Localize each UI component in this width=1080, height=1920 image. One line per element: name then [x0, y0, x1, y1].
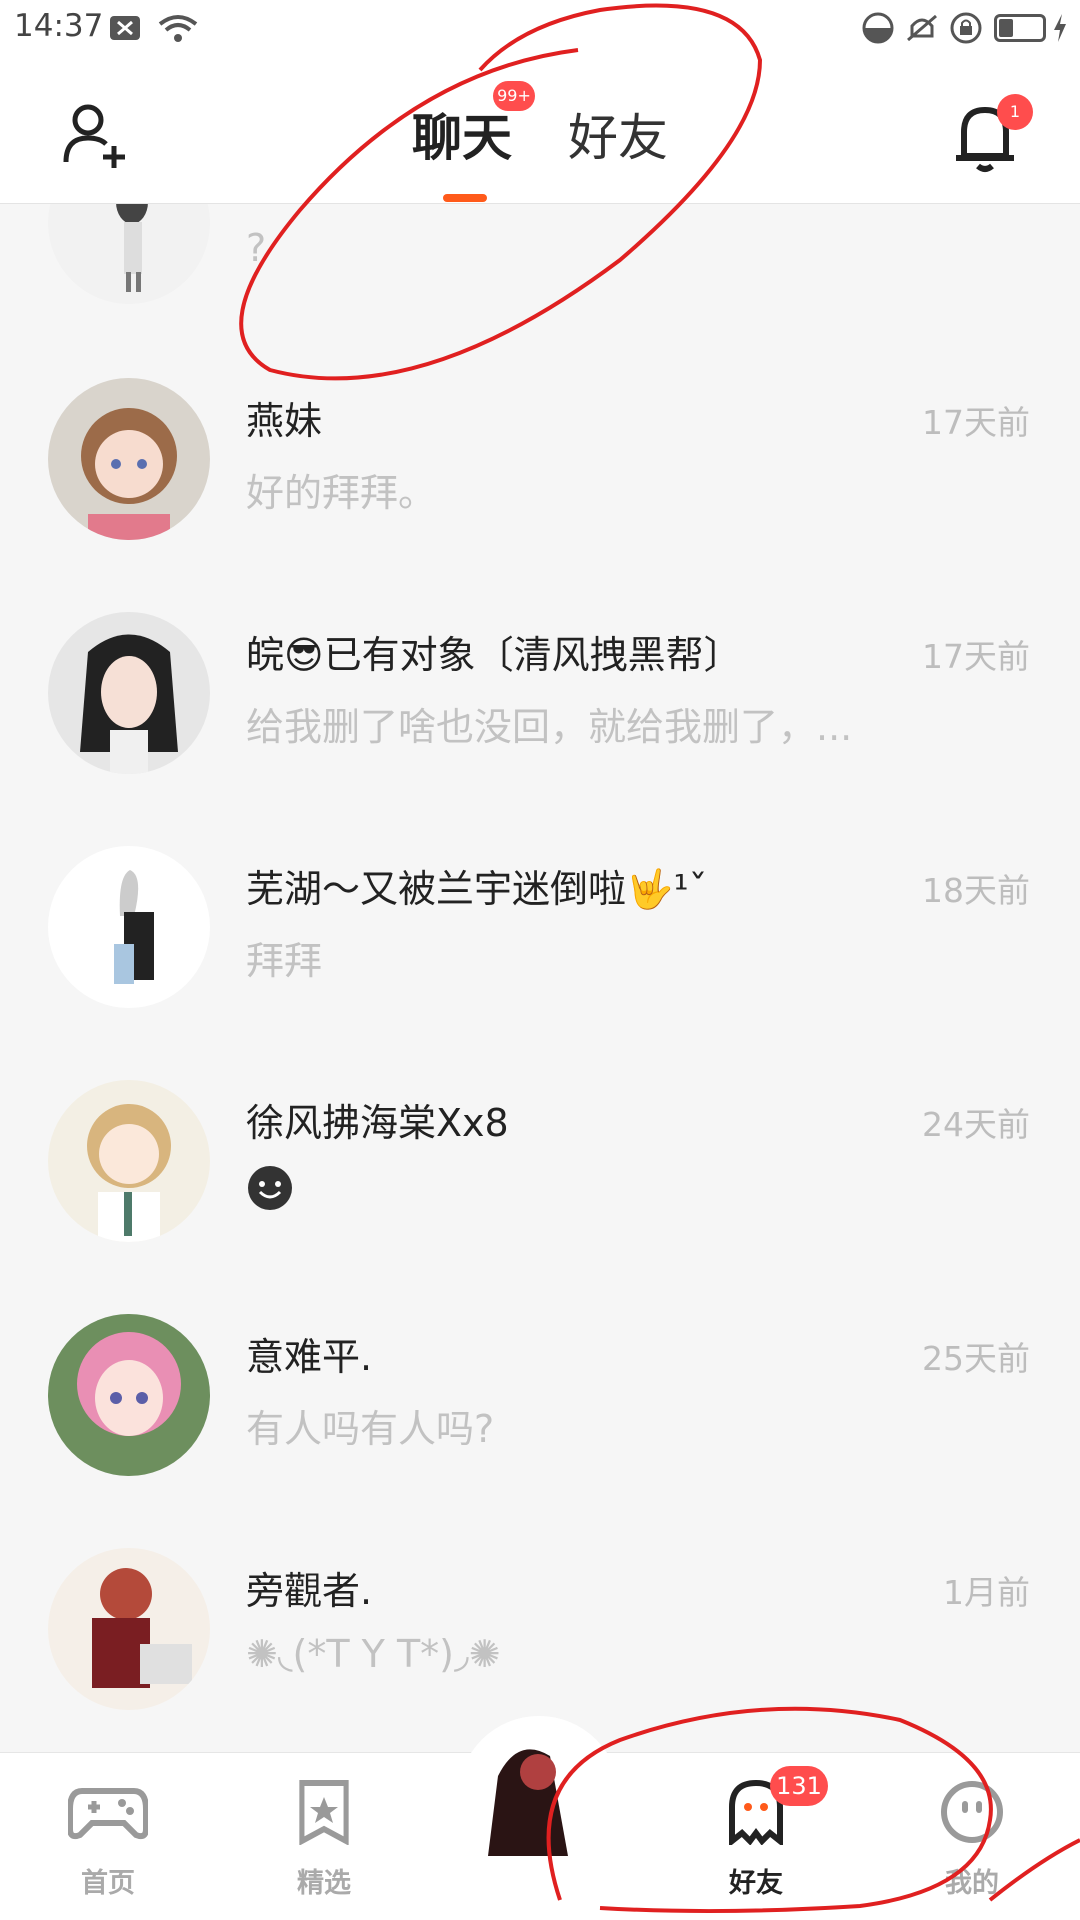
- chat-name: 旁觀者.: [246, 1569, 373, 1613]
- nav-home[interactable]: 首页: [28, 1753, 188, 1920]
- chat-unread-badge: 99+: [493, 81, 535, 111]
- bell-off-icon: [907, 14, 937, 42]
- chat-preview: ✺◟(*T Y T*)◞✺: [246, 1632, 501, 1676]
- nav-label: 精选: [297, 1868, 351, 1899]
- chat-preview: 好的拜拜。: [246, 471, 437, 515]
- tab-friends[interactable]: 好友: [568, 98, 668, 170]
- chat-name: 燕妹: [246, 399, 323, 443]
- chat-time: 25天前: [922, 1339, 1030, 1378]
- chat-item[interactable]: 燕妹 好的拜拜。 17天前: [0, 378, 1080, 612]
- nav-featured[interactable]: 精选: [244, 1753, 404, 1920]
- chat-preview: ?: [246, 226, 267, 270]
- charging-icon: [1054, 14, 1066, 42]
- wifi-icon: [158, 15, 198, 42]
- rotation-lock-icon: [950, 12, 982, 44]
- chat-item[interactable]: 皖😎已有对象〔清风拽黑帮〕 给我删了啥也没回，就给我删了，... 17天前: [0, 612, 1080, 846]
- chat-time: 17天前: [922, 403, 1030, 442]
- notification-badge: 1: [997, 94, 1033, 130]
- chat-name: 芜湖～又被兰宇迷倒啦🤟¹ˇ: [246, 867, 708, 911]
- header: 聊天 99+ 好友 1: [0, 56, 1080, 204]
- smiley-icon: [248, 1166, 292, 1210]
- add-friend-icon[interactable]: [60, 100, 130, 170]
- avatar: [48, 1080, 210, 1242]
- nav-label: 我的: [945, 1868, 999, 1899]
- avatar: [48, 378, 210, 540]
- chat-time: 17天前: [922, 637, 1030, 676]
- status-time: 14:37: [14, 8, 104, 44]
- chat-preview: 有人吗有人吗?: [246, 1407, 495, 1451]
- battery-icon: [994, 14, 1046, 42]
- gamepad-icon: [68, 1788, 148, 1840]
- star-bookmark-icon: [299, 1780, 349, 1845]
- chat-name: 徐风拂海棠Xx8: [246, 1101, 509, 1145]
- avatar: [48, 1548, 210, 1710]
- data-saver-icon: [862, 12, 894, 44]
- center-avatar-button[interactable]: [458, 1716, 620, 1878]
- chat-time: 1月前: [943, 1573, 1030, 1612]
- chat-item[interactable]: 意难平. 有人吗有人吗? 25天前: [0, 1314, 1080, 1548]
- avatar: [48, 1314, 210, 1476]
- avatar: [48, 612, 210, 774]
- chat-time: 18天前: [922, 871, 1030, 910]
- chat-preview: 拜拜: [246, 939, 323, 983]
- chat-name: 皖😎已有对象〔清风拽黑帮〕: [246, 633, 742, 677]
- chat-preview: [246, 1164, 294, 1221]
- friends-unread-badge: 131: [770, 1766, 828, 1806]
- chat-preview: 给我删了啥也没回，就给我删了，...: [246, 705, 853, 749]
- status-bar: 14:37: [0, 0, 1080, 56]
- chat-item[interactable]: 芜湖～又被兰宇迷倒啦🤟¹ˇ 拜拜 18天前: [0, 846, 1080, 1080]
- avatar: [48, 846, 210, 1008]
- nav-label: 首页: [81, 1868, 135, 1899]
- active-tab-indicator: [443, 194, 487, 202]
- nav-label: 好友: [729, 1868, 783, 1899]
- smile-face-icon: [941, 1781, 1003, 1843]
- tab-chat[interactable]: 聊天: [412, 98, 512, 170]
- chat-name: 意难平.: [246, 1335, 373, 1379]
- notification-x-icon: [110, 16, 140, 40]
- chat-list: ? 燕妹 好的拜拜。 17天前 皖😎已有对象〔清风拽黑帮〕 给我删了啥也没回，就: [0, 0, 1080, 1920]
- nav-me[interactable]: 我的: [892, 1753, 1052, 1920]
- chat-item[interactable]: 徐风拂海棠Xx8 24天前: [0, 1080, 1080, 1314]
- chat-time: 24天前: [922, 1105, 1030, 1144]
